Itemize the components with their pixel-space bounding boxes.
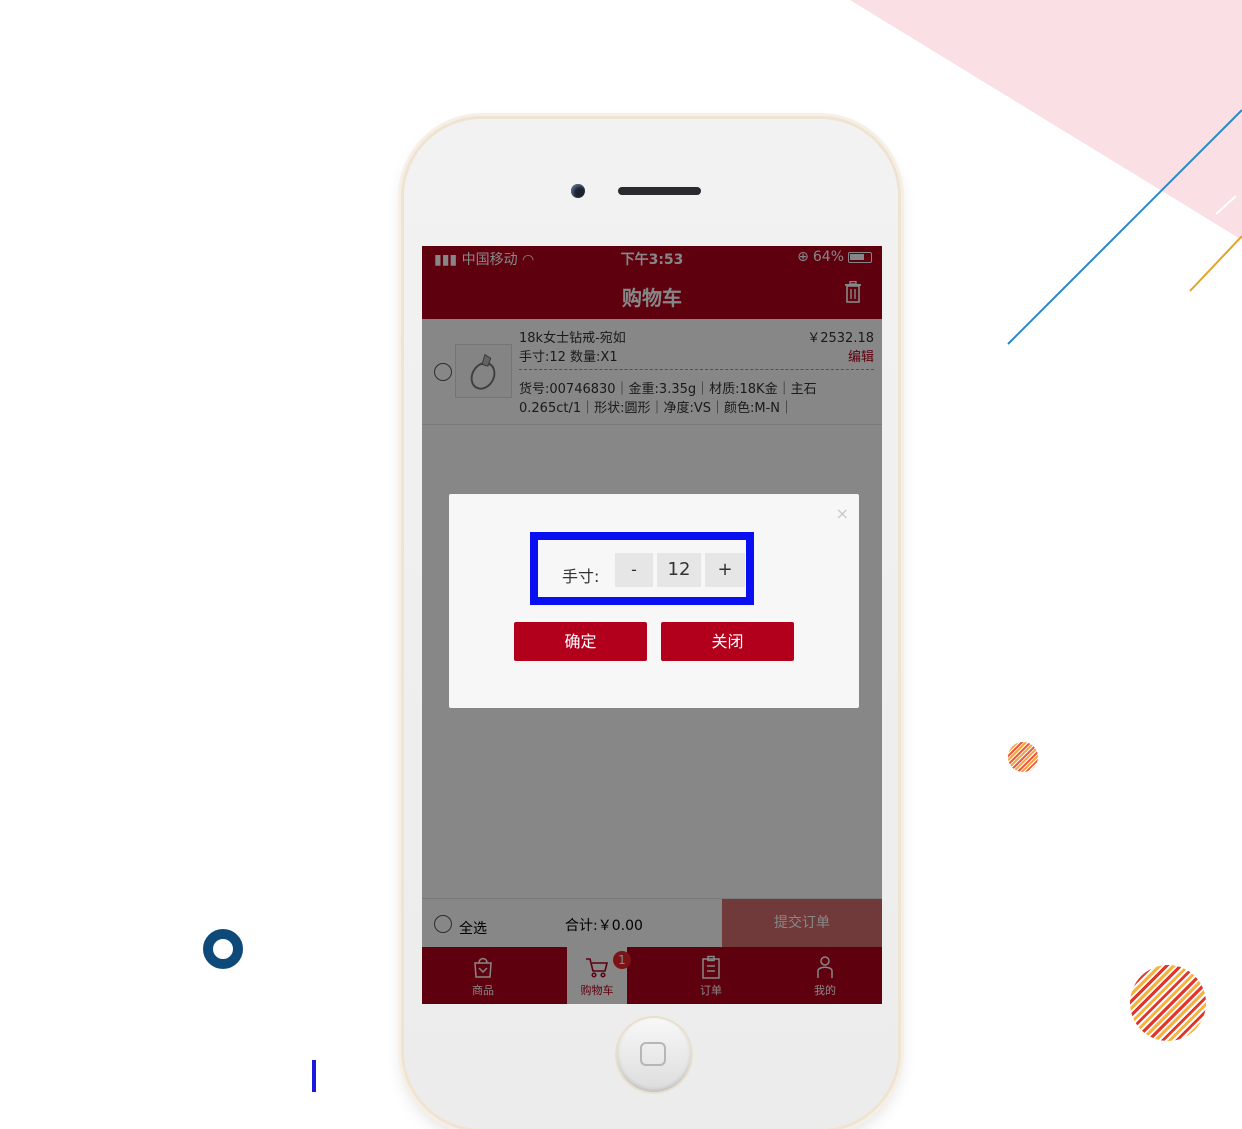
- increment-button[interactable]: +: [705, 553, 745, 587]
- confirm-button[interactable]: 确定: [514, 622, 647, 661]
- decorative-ring: [203, 929, 243, 969]
- home-square-icon: [640, 1042, 666, 1066]
- size-label: 手寸:: [562, 567, 600, 586]
- app-screen: ▮▮▮ 中国移动 ◠ 下午3:53 ⊕ 64% 购物车 18k女士钻戒-宛如 ￥…: [422, 246, 882, 1004]
- decorative-orb-large: [1130, 965, 1206, 1041]
- camera-icon: [571, 184, 585, 198]
- size-value-input[interactable]: 12: [657, 553, 701, 587]
- decorative-orb-small: [1008, 742, 1038, 772]
- decorative-bar: [312, 1060, 316, 1092]
- close-icon[interactable]: ×: [836, 504, 849, 523]
- modal-overlay[interactable]: × 手寸: - 12 + 确定 关闭: [422, 246, 882, 1004]
- decrement-button[interactable]: -: [615, 553, 653, 587]
- close-button[interactable]: 关闭: [661, 622, 794, 661]
- speaker-grille: [618, 187, 701, 195]
- size-dialog: × 手寸: - 12 + 确定 关闭: [449, 494, 859, 708]
